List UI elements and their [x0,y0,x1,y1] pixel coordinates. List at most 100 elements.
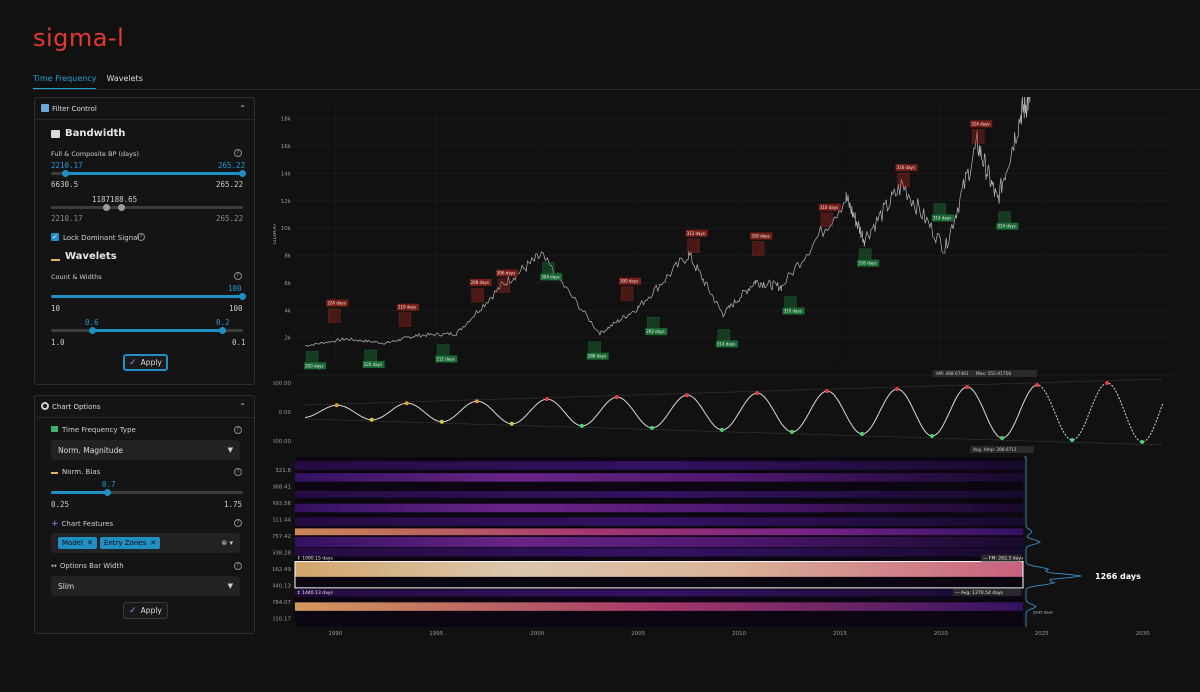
entry-zone-box [897,172,910,188]
heatmap-band [295,503,1023,513]
bar-width-help-icon[interactable]: ? [234,562,242,570]
collapse-chevron-icon[interactable]: ⌃ [239,402,246,411]
bandpass-trough-marker [369,417,374,422]
collapse-chevron-icon[interactable]: ⌃ [239,104,246,113]
features-multiselect[interactable]: Model ✕ Entry Zones ✕ ⊗ ▾ [51,533,240,553]
bandwidth-heading: Bandwidth [51,128,125,139]
filter-apply-button[interactable]: ✓ Apply [123,354,168,371]
filter-control-header[interactable]: Filter Control ⌃ [35,98,254,120]
tf-help-icon[interactable]: ? [234,426,242,434]
bandpass-peak-marker [474,399,479,404]
heatmap-y-tick: 757.42 [273,534,291,540]
entry-zone-box [497,278,511,293]
composite-slider-handle-b[interactable] [118,204,125,211]
chart-area: 2k 4k 6k 8k 10k 12k 14k 16k 18k ^GDAXI 200 days 224… [264,80,1200,642]
heatmap-band [295,473,1023,482]
entry-zone-label: 314 days [933,216,951,221]
entry-zone-label: 200 days [305,363,323,368]
bias-value: 0.7 [102,480,116,489]
count-max-label: 100 [229,304,243,313]
price-y-label: ^GDAXI [273,224,278,250]
heatmap-band [295,589,1023,597]
bp-slider-high-handle[interactable] [239,170,246,177]
heatmap-y-tick: 611.44 [273,518,291,524]
entry-zone-low: 200 days [304,351,327,370]
bp-slider-fill [65,172,243,175]
entry-zone-box [751,241,765,256]
lock-help-icon[interactable]: ? [137,233,145,241]
tab-time-frequency[interactable]: Time Frequency [33,70,97,89]
entry-zone-box [471,287,484,303]
entry-zone-low: 314 days [996,211,1019,230]
composite-max-label: 265.22 [216,214,244,223]
entry-zone-box [398,312,412,327]
chart-options-panel: Chart Options ⌃ Time Frequency Type ? No… [34,395,255,634]
entry-zone-label: 212 days [436,356,454,361]
entry-zone-low: 304 days [540,262,563,281]
wavelets-title: Wavelets [65,251,117,262]
entry-zone-label: 304 days [541,274,559,279]
features-help-icon[interactable]: ? [234,519,242,527]
bar-width-select[interactable]: Slim ▼ [51,576,240,596]
entry-zone-label: 316 days [897,165,915,170]
bandpass-wave-projection [1038,382,1164,443]
width-slider-low-handle[interactable] [89,327,96,334]
heatmap-band [295,528,1023,536]
bandpass-peak-marker [1105,380,1110,385]
entry-zone-label: 220 days [364,362,382,367]
tab-wavelets[interactable]: Wavelets [106,70,142,89]
bandpass-peak-marker [684,393,689,398]
close-icon[interactable]: ✕ [87,539,93,547]
bandpass-peak-marker [1035,383,1040,388]
width-slider-high-handle[interactable] [219,327,226,334]
heatmap-y-tick: 2210.17 [273,617,291,623]
composite-slider-track[interactable] [51,206,243,209]
help-icon[interactable]: ? [234,149,242,157]
tag-entry-zones[interactable]: Entry Zones ✕ [99,537,161,549]
heatmap-band [295,536,1023,548]
tag-model[interactable]: Model ✕ [58,537,97,549]
check-icon: ✓ [129,357,137,368]
composite-slider-handle-a[interactable] [103,204,110,211]
entry-zone-high: 312 days [685,229,708,253]
width-max-label: 0.1 [232,338,246,347]
bandpass-trough-marker [930,433,935,438]
filter-control-title: Filter Control [52,105,97,113]
heatmap-band [295,461,1023,470]
tf-type-label: Time Frequency Type [51,426,136,434]
count-help-icon[interactable]: ? [234,272,242,280]
tf-type-icon [51,426,58,432]
heatmap-y-tick: 1162.49 [273,567,291,573]
count-slider-handle[interactable] [239,293,246,300]
price-y-tick: 16k [281,144,292,150]
clapper-icon [51,129,60,138]
tf-type-select[interactable]: Norm. Magnitude ▼ [51,440,240,460]
chart-options-header[interactable]: Chart Options ⌃ [35,396,254,418]
lock-dominant-checkbox[interactable]: ✓ [51,233,59,241]
bp-slider-low-handle[interactable] [62,170,69,177]
scales-icon [51,253,60,261]
fm-label: — FM: 262.3 days [983,556,1024,562]
count-slider-track[interactable] [51,295,243,298]
entry-zone-low: 288 days [586,341,609,360]
chart-options-apply-button[interactable]: ✓ Apply [123,602,168,619]
clear-caret-icon[interactable]: ⊗ ▾ [221,539,233,547]
entry-zone-low: 310 days [782,296,805,315]
bar-width-label: ↔ Options Bar Width [51,562,124,570]
heatmap-band [295,517,1023,526]
bias-slider-handle[interactable] [104,489,111,496]
entry-zone-box [687,238,700,253]
bias-help-icon[interactable]: ? [234,468,242,476]
close-icon[interactable]: ✕ [150,539,156,547]
entry-zone-high: 210 days [396,303,419,327]
entry-zone-label: 292 days [646,329,664,334]
x-axis-tick: 2010 [732,631,746,637]
band-bottom-label: ↕ 1440.13 days [297,590,334,596]
bandwidth-label: Full & Composite BP (days) [51,150,139,158]
bp-high-value: 265.22 [218,161,246,170]
entry-zone-label: 314 days [971,121,989,126]
entry-zone-label: 316 days [858,261,876,266]
entry-zone-low: 314 days [931,203,954,222]
heatmap-y-tick: 938.28 [273,551,291,557]
charts-svg[interactable]: 2k 4k 6k 8k 10k 12k 14k 16k 18k ^GDAXI 200 days 224… [264,80,1200,642]
